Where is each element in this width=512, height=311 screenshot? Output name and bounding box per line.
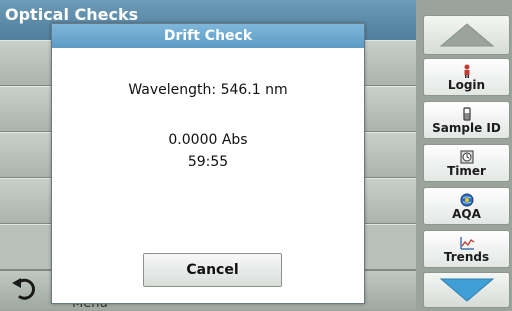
drift-check-dialog: Drift Check Wavelength: 546.1 nm 0.0000 … [51,23,365,304]
aqa-label: AQA [452,207,481,221]
sample-vial-icon [462,107,471,121]
scroll-up-button[interactable] [423,15,510,55]
aqa-button[interactable]: AQA [423,187,510,225]
cancel-button[interactable]: Cancel [143,253,282,287]
login-label: Login [447,78,486,92]
timer-label: Timer [447,164,486,178]
sample-id-label: Sample ID [432,121,501,135]
trends-button[interactable]: Trends [423,230,510,268]
trends-chart-icon [459,237,474,250]
back-arrow-icon [12,278,36,300]
timer-icon [460,150,473,164]
sample-id-button[interactable]: Sample ID [423,101,510,139]
person-icon [464,64,469,78]
countdown-timer: 59:55 [187,154,229,170]
screen-title: Optical Checks [5,5,139,24]
back-button[interactable] [6,274,44,306]
absorbance-readout: 0.0000 Abs [168,132,248,148]
dialog-title: Drift Check [52,24,364,48]
scroll-down-button[interactable] [423,272,510,308]
wavelength-readout: Wavelength: 546.1 nm [128,82,288,98]
timer-button[interactable]: Timer [423,144,510,182]
sidebar: Login Sample ID Timer AQA Trends [419,0,512,310]
aqa-globe-icon [460,193,473,207]
arrow-down-icon [439,278,494,302]
login-button[interactable]: Login [423,58,510,96]
trends-label: Trends [443,250,490,264]
arrow-up-icon [439,23,494,47]
